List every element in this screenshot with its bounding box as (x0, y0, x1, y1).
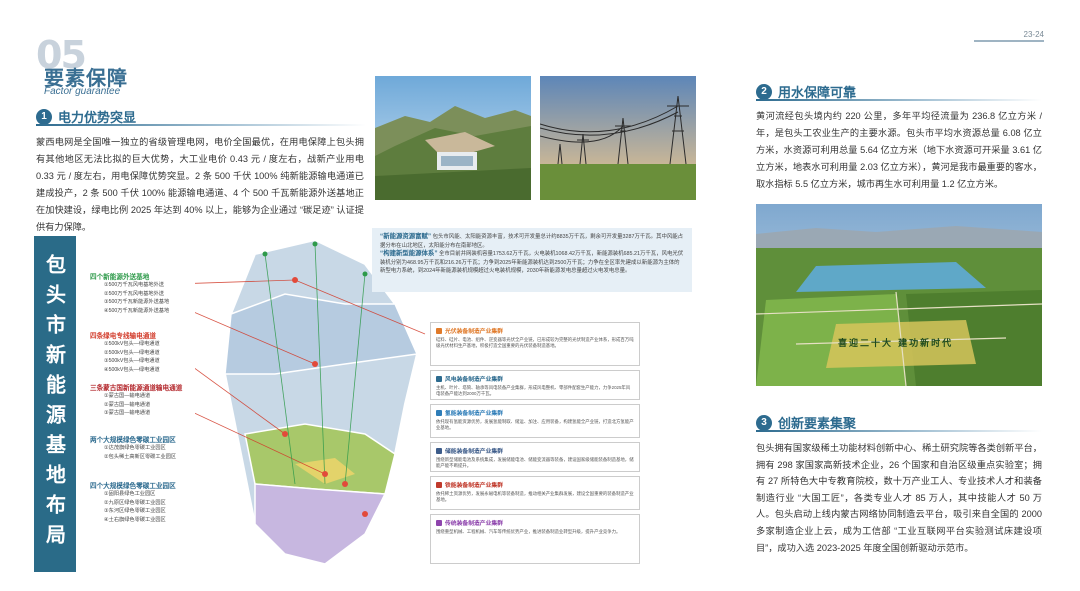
cluster-box-hydrogen: 氢能装备制造产业集群 依托现有氢能资源优势，发展氢能制取、储运、加注、应用装备，… (430, 404, 640, 438)
cluster-title: 储能装备制造产业集群 (436, 446, 634, 455)
field-art-caption: 喜迎二十大 建功新时代 (838, 339, 954, 349)
cluster-text: 依托稀土资源优势，发展永磁电机等装备制造，推动相关产业集群发展，建设全国重要的装… (436, 491, 634, 503)
cluster-text: 围绕重型机械、工程机械、汽车等传统优势产业，推进装备制造业转型升级，提升产业竞争… (436, 529, 621, 534)
cluster-title: 传统装备制造产业集群 (436, 518, 634, 527)
cluster-text: 主机、叶片、塔筒、轴承等风电装备产业集群，形成风电整机、零部件配套生产能力，力争… (436, 385, 631, 397)
cluster-title: 风电装备制造产业集群 (436, 374, 634, 383)
intro-head-2: “构建新型能源体系” (380, 250, 438, 258)
legend-item: ③500kV包头—绿电通道 (104, 358, 160, 365)
section3-index: 3 (756, 414, 772, 431)
legend-item: ③东河区绿色零碳工业园区 (104, 508, 166, 515)
photo-industrial-site (375, 76, 531, 200)
cluster-box-motor: 铁能装备制造产业集群 依托稀土资源优势，发展永磁电机等装备制造，推动相关产业集群… (430, 476, 640, 510)
map-banner: 包头市新能源基地布局 (34, 236, 76, 572)
legend-item: ④500kV包头—绿电通道 (104, 366, 160, 373)
legend-title-2: 四条绿电专线输电通道 (90, 333, 156, 340)
legend-list-2: ①500kV包头—绿电通道 ②500kV包头—绿电通道 ③500kV包头—绿电通… (104, 340, 160, 374)
legend-item: ①500万千瓦风电基地外送 (104, 282, 164, 288)
intro-paragraph-2: “构建新型能源体系” 全市目前并网装机容量1753.62万千瓦，火电装机1068… (380, 250, 684, 276)
cluster-marker-icon (436, 375, 442, 382)
page-range-divider (974, 40, 1044, 42)
section2-index: 2 (756, 83, 772, 100)
legend-title-5: 四个大规模绿色零碳工业园区 (90, 483, 176, 490)
section2-underline (756, 99, 1042, 101)
legend-item: ②包头稀土高新区零碳工业园区 (104, 453, 177, 460)
cluster-title: 氢能装备制造产业集群 (436, 408, 634, 417)
legend-item: ②九原区绿色零碳工业园区 (104, 499, 166, 506)
cluster-marker-icon (436, 409, 442, 416)
page-range: 23-24 (1023, 30, 1044, 39)
legend-list-1: ①500万千瓦风电基地外送 ②500万千瓦风电基地外送 ③500万千瓦新能源外送… (104, 281, 169, 315)
legend-item: ①蒙古国—输电通道 (104, 393, 151, 399)
cluster-box-wind: 风电装备制造产业集群 主机、叶片、塔筒、轴承等风电装备产业集群，形成风电整机、零… (430, 370, 640, 400)
legend-item: ①达茂旗绿色零碳工业园区 (104, 445, 166, 451)
map-banner-text: 包头市新能源基地布局 (42, 254, 67, 554)
cluster-title: 铁能装备制造产业集群 (436, 480, 634, 489)
legend-list-5: ①固阳县绿色工业园区 ②九原区绿色零碳工业园区 ③东河区绿色零碳工业园区 ④土右… (104, 490, 166, 524)
legend-title-3: 三条蒙古国新能源通道输电通道 (90, 385, 183, 392)
cluster-marker-icon (436, 447, 442, 454)
cluster-text: 围绕新型储能电池及系统集成，发展储能电池、储能变流器等装备，建设国家级储能装备制… (436, 457, 634, 469)
legend-title-4: 两个大规模绿色零碳工业园区 (90, 437, 176, 444)
cluster-box-storage: 储能装备制造产业集群 围绕新型储能电池及系统集成，发展储能电池、储能变流器等装备… (430, 442, 640, 472)
section1-text: 蒙西电网是全国唯一独立的省级管理电网，电价全国最优，在用电保障上包头拥有其他地区… (36, 137, 364, 232)
energy-intro-box: “新能源资源富赋” 包头市风能、太阳能资源丰富，技术可开发量总计约8835万千瓦… (372, 228, 692, 292)
photo-aerial-fields: 喜迎二十大 建功新时代 (756, 204, 1042, 386)
section3-underline (756, 430, 1042, 432)
intro-head-1: “新能源资源富赋” (380, 233, 432, 240)
cluster-text: 依托现有氢能资源优势，发展氢能制取、储运、加注、应用装备，构建氢能全产业链，打造… (436, 419, 634, 431)
legend-item: ③蒙古国—输电通道 (104, 410, 151, 417)
chapter-subtitle: Factor guarantee (44, 86, 121, 97)
cluster-box-pv: 光伏装备制造产业集群 硅料、硅片、电池、组件、逆变器等光伏全产业链，已形成较为完… (430, 322, 640, 366)
brochure-page: 05 要素保障 Factor guarantee 23-24 1 电力优势突显 … (0, 0, 1080, 591)
legend-item: ①固阳县绿色工业园区 (104, 491, 156, 497)
cluster-marker-icon (436, 519, 442, 526)
section1-underline (36, 124, 366, 126)
section3-text: 包头拥有国家级稀土功能材料创新中心、稀土研究院等各类创新平台，拥有 298 家国… (756, 443, 1042, 553)
cluster-box-traditional: 传统装备制造产业集群 围绕重型机械、工程机械、汽车等传统优势产业，推进装备制造业… (430, 514, 640, 564)
legend-list-3: ①蒙古国—输电通道 ②蒙古国—输电通道 ③蒙古国—输电通道 (104, 392, 150, 418)
legend-item: ④500万千瓦新能源外送基地 (104, 307, 170, 314)
cluster-text: 硅料、硅片、电池、组件、逆变器等光伏全产业链，已形成较为完整的光伏制造产业体系，… (436, 337, 634, 349)
cluster-marker-icon (436, 481, 442, 488)
section2-text: 黄河流经包头境内约 220 公里，多年平均径流量为 236.8 亿立方米 / 年… (756, 111, 1042, 189)
legend-item: ②蒙古国—输电通道 (104, 401, 151, 408)
cluster-marker-icon (436, 327, 442, 334)
legend-item: ①500kV包头—绿电通道 (104, 341, 160, 347)
legend-title-1: 四个新能源外送基地 (90, 274, 150, 281)
legend-item: ②500kV包头—绿电通道 (104, 349, 160, 356)
legend-list-4: ①达茂旗绿色零碳工业园区 ②包头稀土高新区零碳工业园区 (104, 444, 176, 461)
section1-index: 1 (36, 108, 52, 125)
legend-item: ④土右旗绿色零碳工业园区 (104, 516, 166, 523)
legend-item: ②500万千瓦风电基地外送 (104, 290, 164, 297)
intro-paragraph-1: “新能源资源富赋” 包头市风能、太阳能资源丰富，技术可开发量总计约8835万千瓦… (380, 233, 684, 250)
cluster-title: 光伏装备制造产业集群 (436, 326, 634, 335)
legend-item: ③500万千瓦新能源外送基地 (104, 299, 170, 306)
photo-power-towers (540, 76, 696, 200)
